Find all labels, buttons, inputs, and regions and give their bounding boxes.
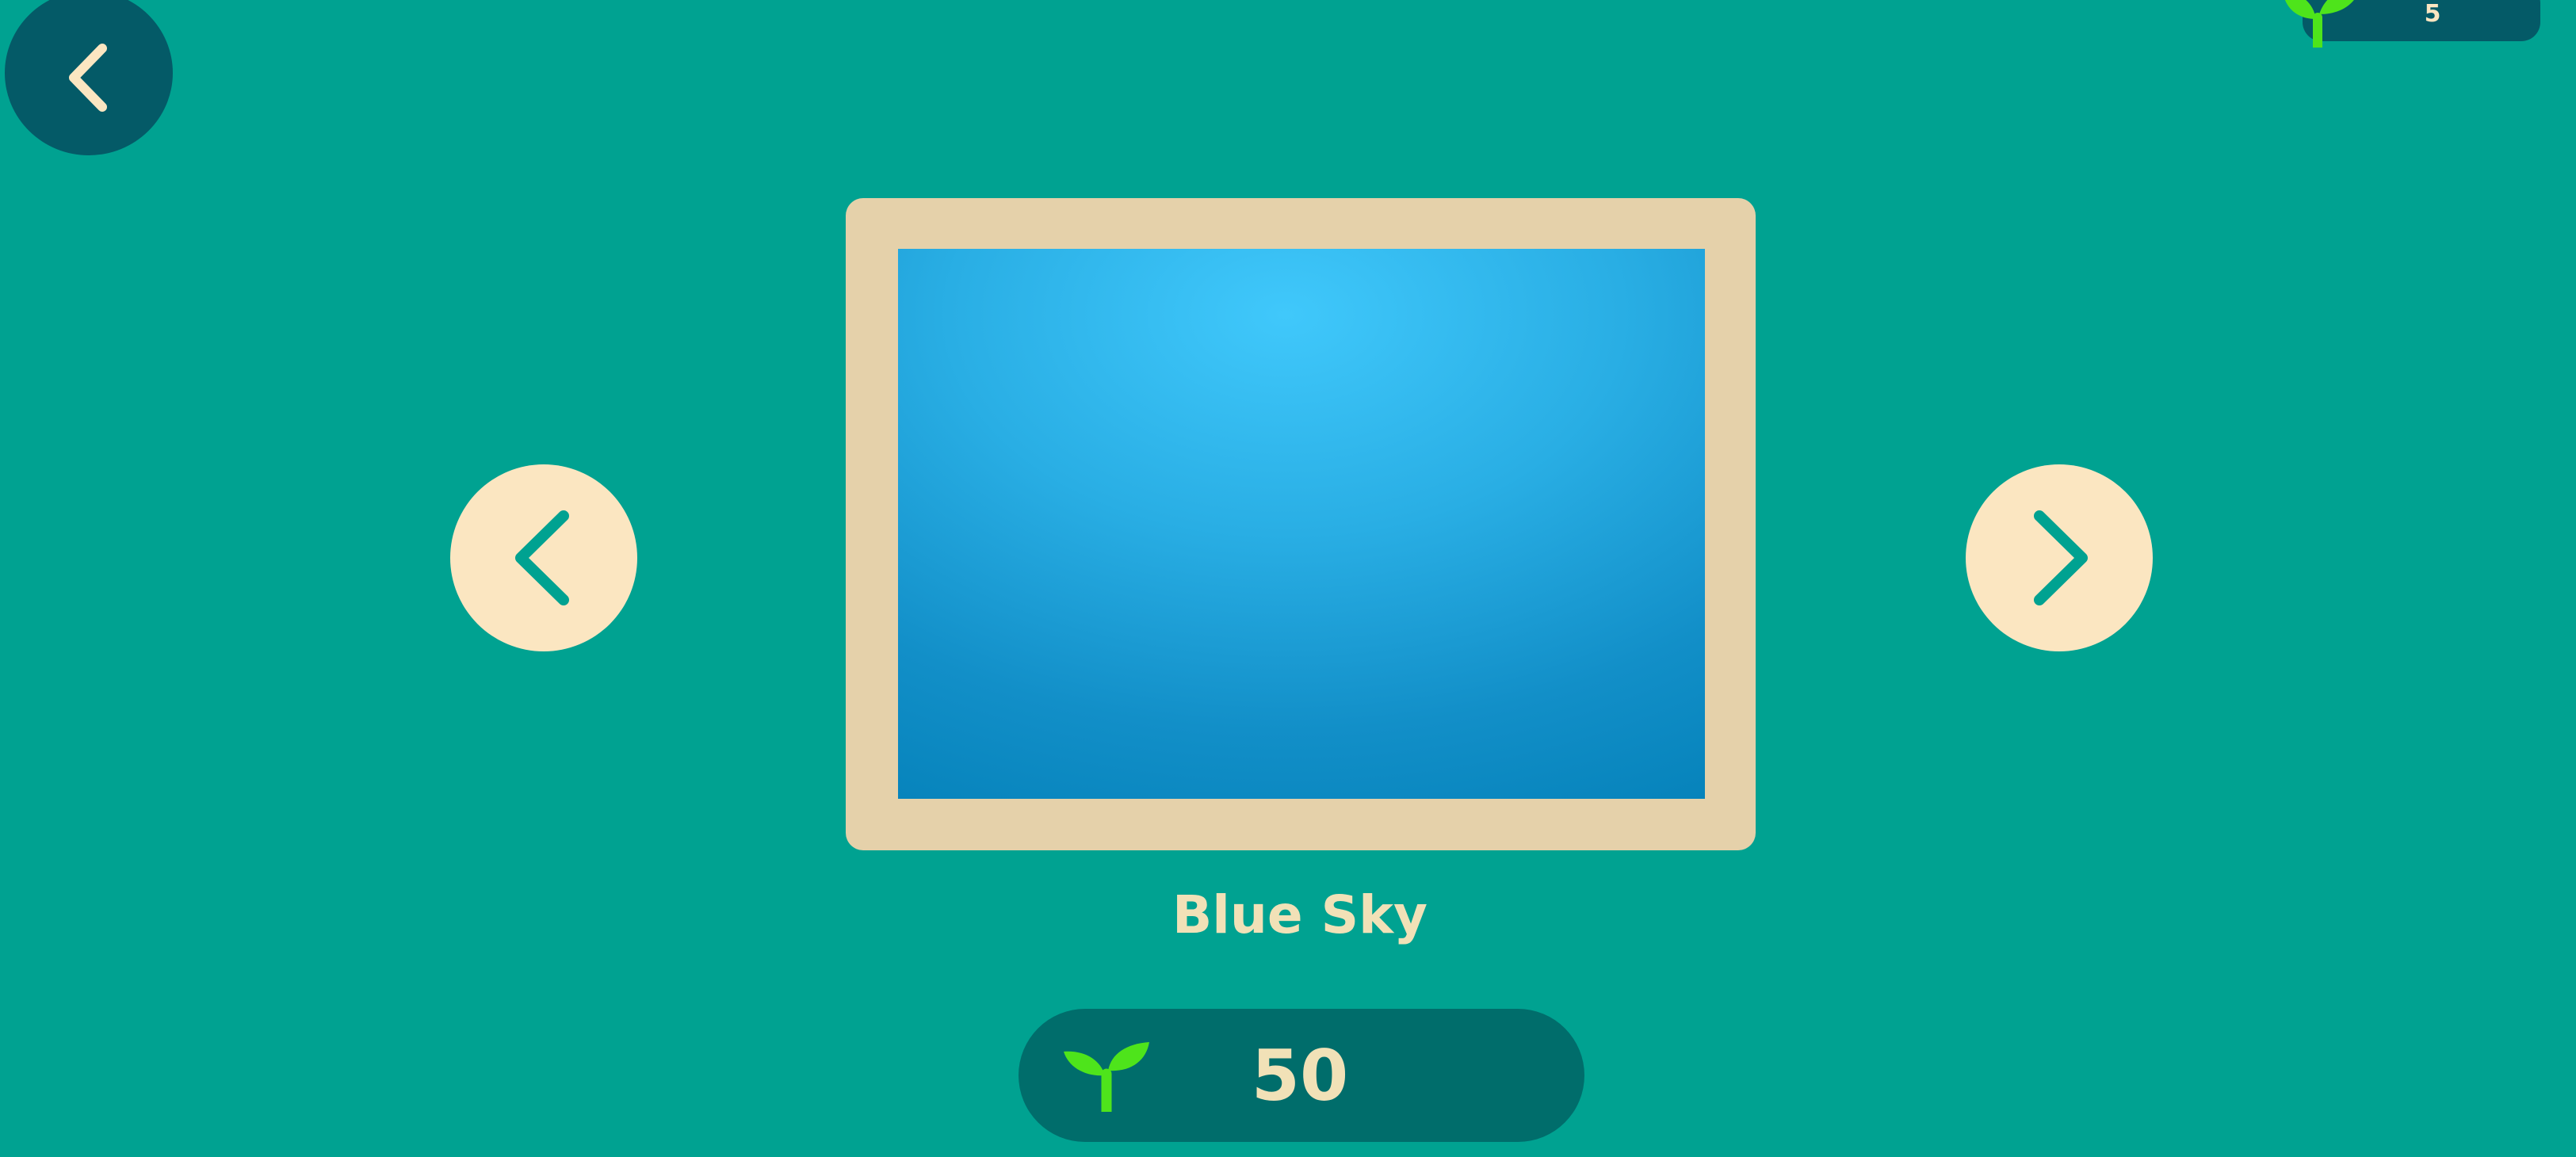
chevron-left-icon [515, 510, 569, 605]
chevron-left-icon [69, 44, 107, 112]
sprout-icon [2285, 0, 2354, 48]
price-value: 50 [1251, 1035, 1349, 1117]
item-name: Blue Sky [1171, 884, 1428, 945]
background-preview-image [898, 249, 1705, 799]
sprout-icon [1064, 1042, 1149, 1112]
chevron-right-icon [2034, 510, 2088, 605]
next-item-button[interactable] [1966, 464, 2153, 651]
currency-balance-value: 5 [2424, 0, 2441, 28]
previous-item-button[interactable] [450, 464, 637, 651]
back-button[interactable] [5, 0, 173, 155]
